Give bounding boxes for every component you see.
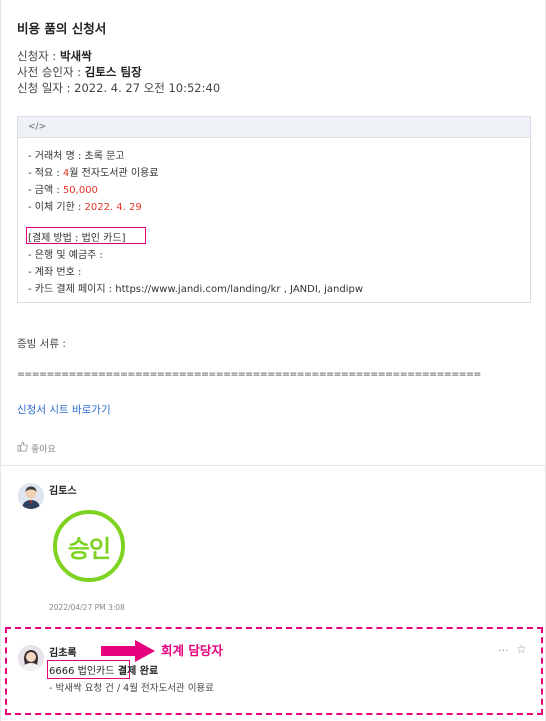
client-label: - 거래처 명 : — [28, 151, 85, 162]
approver-label: 사전 승인자 : — [17, 65, 85, 79]
code-block: </> - 거래처 명 : 초록 문고 - 적요 : 4월 전자도서관 이용료 … — [17, 116, 531, 303]
thumbs-up-icon — [17, 441, 28, 455]
code-icon: </> — [28, 122, 47, 132]
date-row: 신청 일자 : 2022. 4. 27 오전 10:52:40 — [17, 80, 220, 96]
star-icon[interactable]: ☆ — [516, 642, 527, 656]
applicant-name: 박새싹 — [59, 49, 92, 63]
message-text: 6666 법인카드 결제 완료 — [49, 662, 158, 677]
sender-name[interactable]: 김토스 — [49, 482, 77, 497]
amount-value: 50,000 — [62, 185, 98, 196]
form-title: 비용 품의 신청서 — [17, 21, 107, 36]
evidence-label: 증빙 서류 : — [17, 338, 66, 350]
code-block-header: </> — [18, 117, 530, 138]
summary-line: - 적요 : 4월 전자도서관 이용료 — [28, 164, 158, 179]
due-line: - 이체 기한 : 2022. 4. 29 — [28, 198, 142, 213]
separator-line: ========================================… — [17, 369, 481, 380]
payment-method-line: [결제 방법 : 법인 카드] — [28, 233, 126, 244]
post-divider — [1, 465, 546, 466]
amount-label: - 금액 : — [28, 185, 63, 196]
card-text: 6666 법인카드 — [49, 666, 115, 677]
approver-name: 김토스 팀장 — [84, 65, 142, 79]
message-detail: - 박새싹 요청 건 / 4월 전자도서관 이용료 — [49, 683, 214, 694]
applicant-label: 신청자 : — [17, 49, 60, 63]
message-timestamp: 2022/04/27 PM 3:08 — [49, 603, 125, 612]
app-page: 비용 품의 신청서 신청자 : 박새싹 사전 승인자 : 김토스 팀장 신청 일… — [0, 0, 546, 721]
approval-stamp: 승인 — [53, 510, 125, 582]
more-icon[interactable]: ··· — [498, 644, 509, 657]
status-text: 결제 완료 — [114, 666, 159, 677]
summary-rest: 월 전자도서관 이용료 — [69, 168, 159, 179]
like-label: 좋아요 — [31, 444, 56, 455]
applicant-row: 신청자 : 박새싹 — [17, 48, 92, 64]
date-value: 2022. 4. 27 오전 10:52:40 — [74, 81, 221, 95]
like-button[interactable]: 좋아요 — [17, 441, 56, 455]
due-value: 2022. 4. 29 — [84, 202, 142, 213]
avatar[interactable] — [18, 645, 44, 671]
client-value: 초록 문고 — [84, 151, 125, 162]
annotation-label: 회계 담당자 — [161, 643, 223, 658]
client-line: - 거래처 명 : 초록 문고 — [28, 147, 124, 162]
date-label: 신청 일자 : — [17, 81, 75, 95]
amount-line: - 금액 : 50,000 — [28, 181, 98, 196]
summary-label: - 적요 : — [28, 168, 63, 179]
avatar[interactable] — [18, 483, 44, 509]
approval-stamp-text: 승인 — [67, 534, 111, 563]
card-page-line: - 카드 결제 페이지 : https://www.jandi.com/land… — [28, 284, 364, 295]
bank-line: - 은행 및 예금주 : — [28, 250, 103, 261]
account-line: - 계좌 번호 : — [28, 267, 82, 278]
sheet-link[interactable]: 신청서 시트 바로가기 — [17, 402, 111, 417]
form-post: 비용 품의 신청서 신청자 : 박새싹 사전 승인자 : 김토스 팀장 신청 일… — [7, 4, 539, 462]
sender-name[interactable]: 김초록 — [49, 644, 77, 659]
approver-row: 사전 승인자 : 김토스 팀장 — [17, 64, 142, 80]
due-label: - 이체 기한 : — [28, 202, 85, 213]
